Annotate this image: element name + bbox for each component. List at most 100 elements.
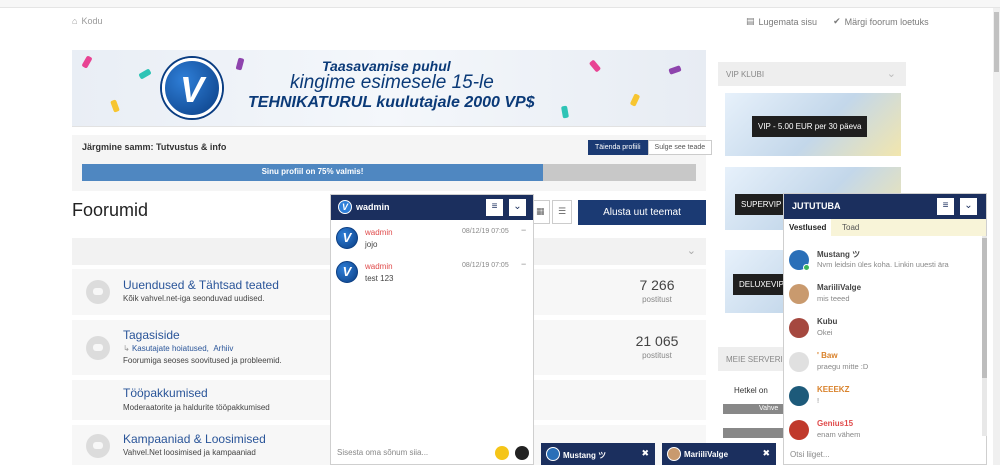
confetti-decoration (668, 65, 682, 75)
message-author[interactable]: wadmin (365, 262, 393, 271)
mark-read-link[interactable]: ✔ Märgi foorum loetuks (833, 16, 929, 27)
confetti-decoration (138, 68, 152, 80)
top-links: ▤ Lugemata sisu ✔ Märgi foorum loetuks (746, 16, 929, 27)
vip-club-header[interactable]: VIP KLUBI ⌄ (718, 62, 906, 86)
forum-desc: Kõik vahvel.net-iga seonduvad uudised. (123, 294, 265, 303)
chatroom-tabs: Vestlused Toad (784, 219, 986, 236)
confetti-decoration (588, 59, 602, 73)
scrollbar-thumb[interactable] (994, 12, 999, 72)
page-title: Foorumid (72, 200, 149, 220)
chatroom-window[interactable]: JUTUTUBA ≡ ⌄ Vestlused Toad Mustang ツ Nv… (783, 193, 987, 465)
vahvel-logo: V (162, 58, 222, 118)
check-icon: ✔ (833, 16, 841, 26)
minimized-chat-tab[interactable]: Mustang ツ ✖ (541, 443, 655, 465)
chatroom-header[interactable]: JUTUTUBA ≡ ⌄ (784, 194, 986, 219)
gif-icon[interactable] (515, 446, 529, 460)
tab-rooms[interactable]: Toad (837, 219, 864, 236)
subforum-links: ↳ Kasutajate hoiatused, Arhiiv (123, 344, 233, 353)
chevron-down-icon[interactable]: ⌄ (887, 67, 896, 80)
user-name: Kubu (817, 317, 838, 326)
home-icon: ⌂ (72, 16, 78, 26)
complete-profile-button[interactable]: Täienda profiili (588, 140, 648, 155)
chatroom-scrollbar[interactable] (982, 236, 987, 436)
forum-chat-icon (86, 280, 110, 304)
subforum-link[interactable]: Arhiiv (213, 344, 233, 353)
confetti-decoration (561, 105, 569, 119)
member-search-input[interactable]: Otsi liiget... (790, 450, 830, 459)
chatroom-user[interactable]: ' Baw praegu mitte :D (789, 350, 979, 380)
menu-icon: ≡ (491, 201, 498, 212)
tab-conversations[interactable]: Vestlused (784, 219, 832, 236)
subforum-arrow-icon: ↳ (123, 344, 132, 353)
avatar (789, 352, 809, 372)
message-options-icon[interactable]: − (521, 225, 526, 235)
emoji-icon[interactable] (495, 446, 509, 460)
breadcrumb-home[interactable]: Kodu (81, 16, 102, 26)
chatroom-minimize-button[interactable]: ⌄ (960, 198, 977, 215)
message-author[interactable]: wadmin (365, 228, 393, 237)
private-chat-window[interactable]: V wadmin ≡ ⌄ V wadmin 08/12/19 07:05 − j… (330, 194, 534, 465)
forum-post-label: postitust (642, 351, 672, 360)
promo-banner[interactable]: V Taasavamise puhul kingime esimesele 15… (72, 50, 706, 127)
chatroom-user[interactable]: Mustang ツ Nvm leidsin üles koha. Linkin … (789, 248, 979, 278)
minimized-chat-tab[interactable]: MariiliValge ✖ (662, 443, 776, 465)
last-message: Okei (817, 328, 833, 337)
message-options-icon[interactable]: − (521, 259, 526, 269)
forum-chat-icon (86, 434, 110, 458)
avatar: V (336, 261, 358, 283)
vip-header-label: VIP KLUBI (726, 70, 765, 79)
user-name: ' Baw (817, 351, 838, 360)
page-scrollbar[interactable] (993, 8, 1000, 465)
avatar (546, 447, 560, 461)
breadcrumb[interactable]: ⌂ Kodu (72, 16, 102, 26)
chevron-down-icon: ⌄ (513, 201, 522, 212)
forum-title[interactable]: Uuendused & Tähtsad teated (123, 278, 279, 292)
chat-message: V wadmin 08/12/19 07:05 − test 123 (336, 259, 530, 295)
close-notice-button[interactable]: Sulge see teade (647, 140, 713, 155)
new-topic-button[interactable]: Alusta uut teemat (578, 200, 706, 225)
scrollbar-thumb[interactable] (982, 238, 987, 378)
user-avatar: V (338, 200, 352, 214)
chatroom-menu-button[interactable]: ≡ (937, 198, 954, 215)
avatar (789, 420, 809, 440)
list-view-button[interactable]: ☰ (552, 200, 572, 224)
user-name: MariiliValge (817, 283, 862, 292)
banner-line3: TEHNIKATURUL kuulutajale 2000 VP$ (248, 94, 535, 111)
last-message: Nvm leidsin üles koha. Linkin uuesti ära (817, 260, 949, 269)
chatroom-user[interactable]: MariiliValge mis teeed (789, 282, 979, 312)
avatar (789, 318, 809, 338)
profile-progress-bar: Sinu profiil on 75% valmis! (82, 164, 696, 181)
chat-header[interactable]: V wadmin ≡ ⌄ (331, 195, 533, 220)
vip-card-label: SUPERVIP (735, 194, 788, 215)
servers-header-label: MEIE SERVERI (726, 355, 783, 364)
chat-menu-button[interactable]: ≡ (486, 199, 503, 216)
vip-card-label: DELUXEVIP (733, 274, 790, 295)
chat-message-input[interactable]: Sisesta oma sõnum siia... (337, 448, 428, 457)
mini-tab-name: Mustang ツ (563, 451, 607, 460)
subforum-link[interactable]: Kasutajate hoiatused, (132, 344, 209, 353)
confetti-decoration (110, 99, 120, 113)
chatroom-user[interactable]: KEEEKZ ! (789, 384, 979, 414)
chat-minimize-button[interactable]: ⌄ (509, 199, 526, 216)
message-body: test 123 (365, 274, 394, 283)
forum-title[interactable]: Tagasiside (123, 328, 180, 342)
chatroom-user[interactable]: Genius15 enam vähem (789, 418, 979, 448)
unread-link[interactable]: ▤ Lugemata sisu (746, 16, 817, 27)
chevron-down-icon[interactable]: ⌄ (687, 244, 696, 257)
chatroom-user[interactable]: Kubu Okei (789, 316, 979, 346)
message-body: jojo (365, 240, 378, 249)
close-icon[interactable]: ✖ (762, 448, 770, 459)
forum-post-count: 21 065 (635, 333, 679, 349)
logo-letter: V (179, 69, 204, 110)
confetti-decoration (235, 57, 245, 71)
forum-desc: Moderaatorite ja haldurite tööpakkumised (123, 403, 270, 412)
last-message: mis teeed (817, 294, 850, 303)
close-icon[interactable]: ✖ (641, 448, 649, 459)
server-status-bar: Vahve (723, 404, 783, 414)
online-status-icon (803, 264, 810, 271)
mini-tab-name: MariiliValge (684, 450, 729, 459)
forum-title[interactable]: Tööpakkumised (123, 386, 208, 400)
profile-step-title: Järgmine samm: Tutvustus & info (82, 142, 227, 152)
vip-card[interactable]: VIP - 5.00 EUR per 30 päeva (725, 93, 901, 156)
forum-title[interactable]: Kampaaniad & Loosimised (123, 432, 266, 446)
